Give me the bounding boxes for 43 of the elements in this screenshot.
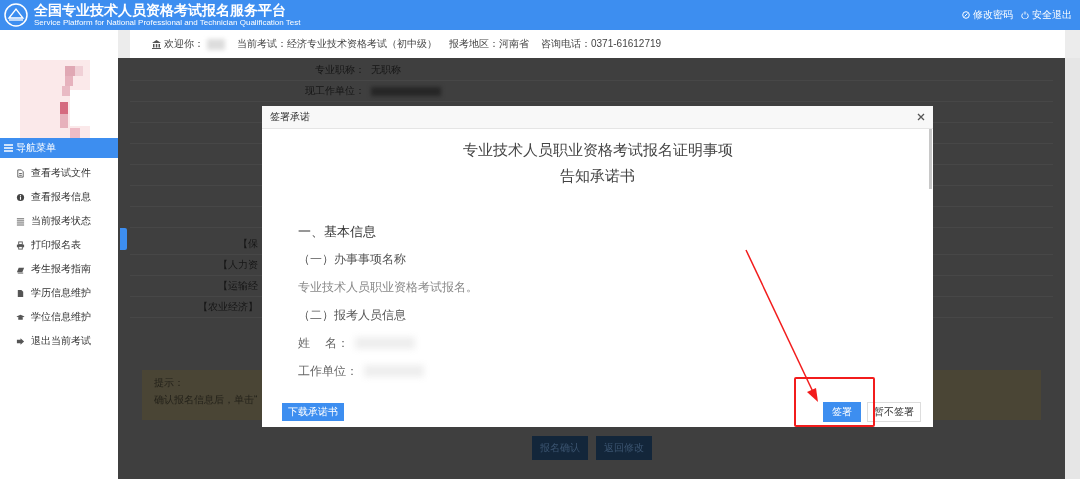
document-subtitle: 告知承诺书 — [560, 166, 635, 186]
document-title: 专业技术人员职业资格考试报名证明事项 — [462, 140, 733, 160]
scrollbar-thumb[interactable] — [929, 129, 932, 189]
document-icon — [16, 168, 25, 178]
subsection-heading: （二）报考人员信息 — [298, 306, 406, 324]
document-icon — [16, 288, 25, 298]
menu-item[interactable]: 学位信息维护 — [0, 305, 118, 329]
form-label: 工作单位： — [298, 362, 358, 380]
scrollbar[interactable] — [1065, 58, 1080, 479]
region-info: 报考地区：河南省 — [449, 37, 529, 51]
menu-icon — [4, 144, 13, 152]
printer-icon — [16, 240, 25, 250]
menu-title: 导航菜单 — [16, 141, 56, 155]
logo-icon — [4, 3, 28, 27]
site-title: 全国专业技术人员资格考试报名服务平台 — [34, 2, 287, 18]
form-label: 姓 名： — [298, 334, 350, 352]
graduation-cap-icon — [16, 312, 25, 322]
redacted-name — [207, 38, 225, 50]
exit-icon — [16, 336, 25, 346]
dialog-title: 签署承诺 — [270, 110, 310, 124]
power-icon — [1021, 11, 1029, 19]
menu-item[interactable]: 考生报考指南 — [0, 257, 118, 281]
redacted-value — [371, 86, 441, 96]
menu-item[interactable]: 查看报考信息 — [0, 185, 118, 209]
menu-item[interactable]: 当前报考状态 — [0, 209, 118, 233]
collapse-toggle[interactable] — [120, 228, 127, 250]
edit-icon — [962, 11, 970, 19]
menu-item[interactable]: 学历信息维护 — [0, 281, 118, 305]
section-heading: 一、基本信息 — [298, 223, 376, 241]
skip-button[interactable]: 暂不签署 — [867, 402, 921, 422]
list-icon — [16, 216, 25, 226]
info-icon — [16, 192, 25, 202]
body-text: 专业技术人员职业资格考试报名。 — [298, 278, 478, 296]
subsection-heading: （一）办事事项名称 — [298, 250, 406, 268]
site-subtitle: Service Platform for National Professional and Technician Qualification Test — [34, 17, 301, 28]
menu-item[interactable]: 退出当前考试 — [0, 329, 118, 353]
bank-icon — [152, 39, 161, 49]
menu-item[interactable]: 查看考试文件 — [0, 161, 118, 185]
menu-item[interactable]: 打印报名表 — [0, 233, 118, 257]
exam-info: 当前考试：经济专业技术资格考试（初中级） — [237, 37, 437, 51]
phone-info: 咨询电话：0371-61612719 — [541, 37, 662, 51]
welcome-label: 欢迎你： — [164, 37, 204, 51]
close-icon[interactable] — [917, 113, 925, 121]
